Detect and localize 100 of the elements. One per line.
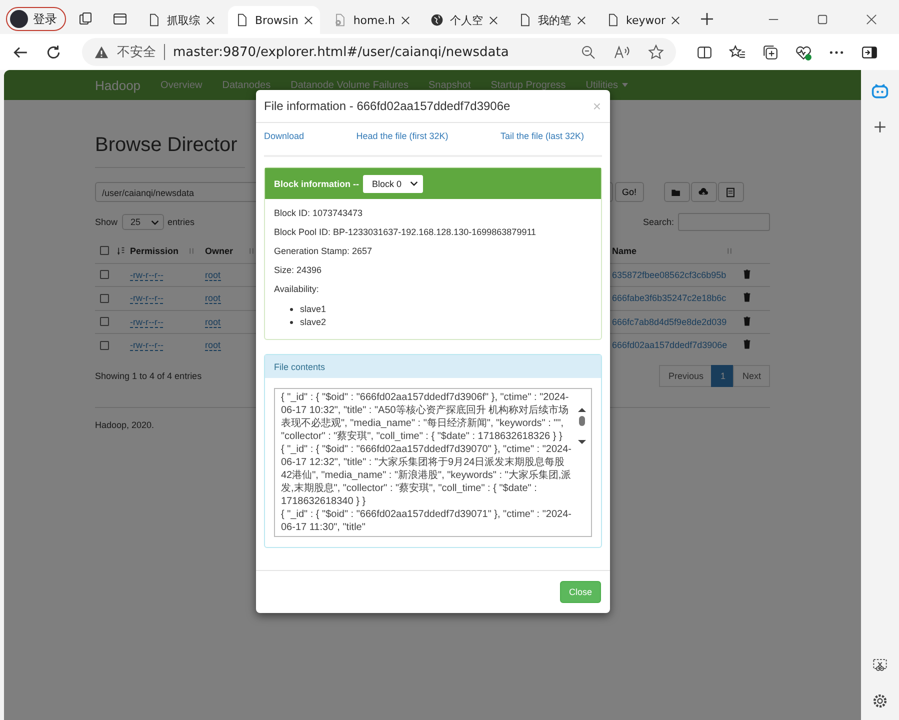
copilot-icon[interactable] (871, 82, 889, 100)
block-select[interactable]: Block 0 (363, 174, 423, 192)
close-button[interactable]: Close (560, 581, 601, 603)
column-header[interactable]: Name (612, 246, 637, 256)
split-screen-icon[interactable] (696, 44, 713, 60)
column-header[interactable]: Owner (205, 246, 234, 256)
block-info-line: Size: 24396 (274, 265, 323, 275)
read-aloud-icon[interactable] (614, 44, 630, 60)
sort-icon[interactable] (117, 246, 125, 255)
file-contents-textarea[interactable]: { "_id" : { "$oid" : "666fd02aa157ddedf7d3906f" }, "ctime" : "2024-06-17 10:32", "title" : "A50等核心资产探底回升 机构称对后续市场表现不必悲观", "media_name" : "每日经济新闻", "keywords" : "", "collector" : "蔡安琪", "coll_time" : { "$date" : 1718632618326 } } { "_id" : { "$oid" : "666fd02aa157ddedf7d39070" }, "ctime" : "2024-06-17 12:32", "title" : "大家乐集团将于9月24日派发末期股息每股42港仙", "media_name" : "新浪港股", "keywords" : "大家乐集团,派发,末期股息", "collector" : "蔡安琪", "coll_time" : { "$date" : 1718632618340 } } { "_id" : { "$oid" : "666fd02aa157ddedf7d39071" }, "ctime" : "2024-06-17 11:30", "title" (274, 388, 592, 537)
nav-link[interactable]: Datanode Volume Failures (290, 80, 408, 90)
search-label: Search: (642, 217, 674, 227)
block-info-line: Generation Stamp: 2657 (274, 246, 374, 256)
block-info-line: Availability: (274, 284, 320, 294)
avatar-icon (10, 10, 28, 28)
page-button[interactable]: Previous (659, 364, 712, 386)
owner-link[interactable]: root (205, 270, 221, 281)
star-icon[interactable] (648, 44, 664, 60)
heart-pulse-icon[interactable] (795, 44, 812, 60)
page-error-icon (333, 13, 348, 27)
collections-icon[interactable] (762, 44, 779, 60)
row-checkbox[interactable] (100, 294, 109, 303)
refresh-icon[interactable] (45, 44, 62, 60)
browser-tab[interactable]: Browsin (228, 6, 320, 34)
browser-tab[interactable]: 我的笔 (510, 6, 593, 34)
browser-tab[interactable]: 个人空 (422, 6, 505, 34)
bullet-icon (290, 321, 293, 324)
trash-icon[interactable] (743, 268, 751, 279)
browser-tab[interactable]: home.h (326, 6, 417, 34)
file-action-link[interactable]: Tail the file (last 32K) (500, 131, 584, 141)
file-action-link[interactable]: Download (264, 131, 304, 141)
page-icon (147, 13, 161, 27)
close-button[interactable]: × (592, 99, 601, 113)
brand-link[interactable]: Hadoop (95, 78, 141, 92)
bullet-icon (290, 308, 293, 311)
file-action-link[interactable]: Head the file (first 32K) (356, 131, 448, 141)
browser-tab[interactable]: keywor (598, 6, 688, 34)
close-icon[interactable] (866, 14, 877, 24)
close-icon[interactable] (304, 16, 314, 24)
permission-link[interactable]: -rw-r--r-- (130, 293, 164, 304)
nav-link[interactable]: Utilities (586, 80, 628, 90)
trash-icon[interactable] (743, 292, 751, 302)
upload-button[interactable] (690, 182, 717, 202)
warning-icon (94, 44, 109, 60)
chevron-icon (150, 220, 159, 224)
list-button[interactable] (718, 182, 744, 202)
page-button[interactable]: 1 (711, 364, 734, 386)
search-field[interactable] (678, 213, 770, 231)
nav-link[interactable]: Startup Progress (490, 80, 566, 90)
host-item: slave2 (300, 316, 326, 329)
file-name-link[interactable]: 666fd02aa157ddedf7d3906e (612, 340, 728, 350)
zoom-out-icon[interactable] (580, 44, 596, 60)
favorites-icon[interactable] (729, 44, 746, 60)
permission-link[interactable]: -rw-r--r-- (130, 316, 164, 328)
browser-tab[interactable]: 抓取综 (140, 6, 222, 34)
trash-icon[interactable] (743, 339, 751, 350)
trash-icon[interactable] (743, 316, 751, 326)
column-header[interactable]: Permission (130, 246, 179, 256)
host-item: slave1 (300, 303, 326, 316)
row-checkbox[interactable] (100, 270, 109, 280)
panel-title: Block information -- (274, 178, 359, 188)
owner-link[interactable]: root (205, 293, 221, 304)
file-name-link[interactable]: 635872fbee08562cf3c6b95b (612, 270, 726, 280)
owner-link[interactable]: root (205, 316, 221, 328)
file-name-link[interactable]: 666fabe3f6b35247c2e18b6c (612, 293, 726, 304)
folder-button[interactable] (664, 182, 690, 202)
document-icon (725, 186, 736, 198)
nav-link[interactable]: Datanodes (222, 80, 271, 90)
sidebar-toggle-icon[interactable] (861, 44, 878, 60)
address-bar[interactable]: 不安全 master:9870/explorer.html#/user/caianqi/newsdata (82, 38, 676, 66)
profile-button[interactable]: 登录 (6, 7, 66, 31)
block-info-line: Block ID: 1073743473 (274, 208, 364, 218)
row-checkbox[interactable] (100, 317, 109, 326)
footer-text: Hadoop, 2020. (95, 420, 154, 430)
permission-link[interactable]: -rw-r--r-- (130, 340, 164, 352)
chevron-icon (410, 181, 418, 186)
close-icon[interactable] (400, 16, 410, 24)
close-icon[interactable] (671, 16, 680, 24)
tab-actions-icon[interactable] (112, 11, 128, 27)
new-tab-icon[interactable] (699, 11, 716, 27)
row-checkbox[interactable] (100, 340, 109, 350)
workspaces-icon[interactable] (78, 11, 94, 27)
close-icon[interactable] (206, 16, 215, 24)
settings-icon[interactable] (871, 692, 889, 710)
owner-link[interactable]: root (205, 340, 221, 352)
close-icon[interactable] (488, 16, 498, 24)
page-size-select[interactable]: 25 (122, 214, 164, 230)
panel-title: File contents (274, 362, 326, 372)
page-heading: Browse Director (95, 134, 245, 168)
maximize-icon[interactable] (817, 14, 828, 24)
go-button[interactable]: Go! (615, 182, 644, 202)
page-button[interactable]: Next (733, 364, 770, 386)
nav-link[interactable]: Overview (160, 80, 202, 90)
screenshot-icon[interactable] (871, 656, 889, 674)
file-name-link[interactable]: 666fc7ab8d4d5f9e8de2d039 (612, 316, 727, 327)
select-all-checkbox[interactable] (100, 246, 109, 256)
close-icon[interactable] (576, 16, 586, 24)
permission-link[interactable]: -rw-r--r-- (130, 270, 164, 281)
cloud-upload-icon (698, 186, 710, 198)
nav-link[interactable]: Snapshot (428, 80, 471, 90)
